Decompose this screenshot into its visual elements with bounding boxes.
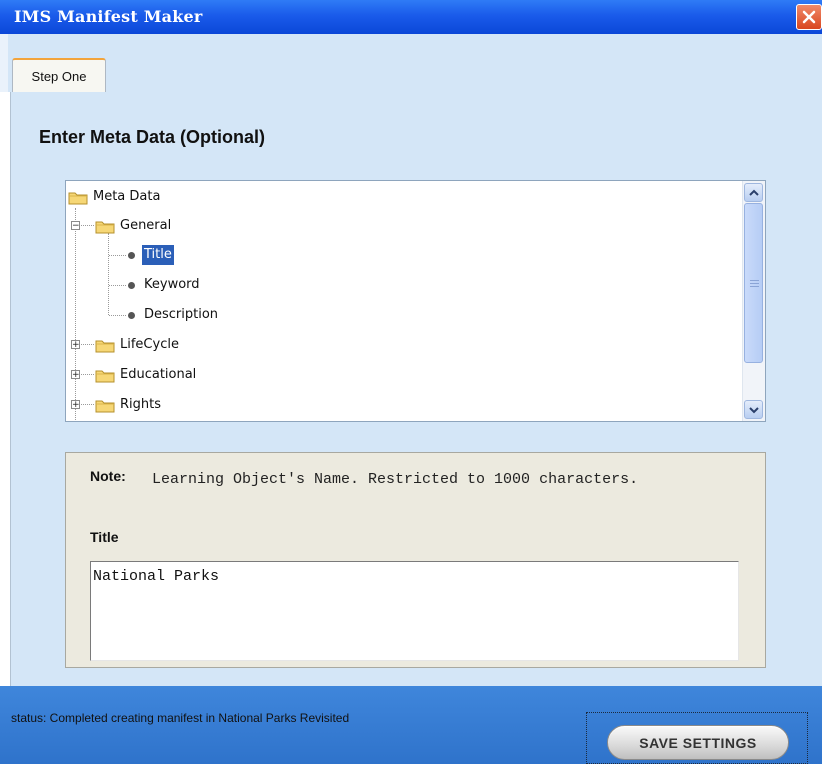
tree-node-general[interactable]: General (95, 215, 173, 237)
note-label: Note: (90, 468, 126, 484)
tree-scrollbar[interactable] (742, 181, 765, 421)
note-text: Learning Object's Name. Restricted to 10… (152, 471, 639, 488)
field-label: Title (90, 529, 119, 545)
tab-strip (0, 34, 822, 92)
tree-label: Rights (120, 397, 162, 412)
scroll-up-button[interactable] (744, 183, 763, 202)
expand-icon[interactable]: + (71, 370, 80, 380)
tab-step-one[interactable]: Step One (12, 58, 106, 92)
tree-node-rights[interactable]: Rights (95, 394, 163, 416)
folder-icon (95, 400, 115, 412)
tree-label: LifeCycle (120, 337, 179, 352)
tree-node-description[interactable]: Description (128, 304, 220, 326)
chevron-down-icon (748, 406, 759, 413)
tree-node-meta-data[interactable]: Meta Data (68, 186, 162, 208)
folder-icon (95, 340, 115, 352)
folder-icon (95, 370, 115, 382)
tree-label: Meta Data (93, 189, 161, 204)
leaf-bullet-icon (128, 311, 135, 319)
expand-icon[interactable]: + (71, 340, 80, 350)
tree-label: Keyword (144, 277, 200, 292)
app-window: IMS Manifest Maker Step One Enter Meta D… (0, 0, 822, 764)
folder-open-icon (95, 221, 115, 233)
scroll-thumb[interactable] (744, 203, 763, 363)
title-textarea[interactable]: National Parks (90, 561, 739, 661)
tree-label-selected: Title (142, 245, 174, 265)
page-heading: Enter Meta Data (Optional) (39, 127, 266, 147)
expand-icon[interactable]: + (71, 400, 80, 410)
leaf-bullet-icon (128, 251, 135, 259)
chevron-up-icon (748, 189, 759, 196)
close-button[interactable] (796, 4, 822, 30)
leaf-bullet-icon (128, 281, 135, 289)
folder-icon (68, 192, 88, 204)
tree-node-educational[interactable]: Educational (95, 364, 198, 386)
collapse-icon[interactable]: − (71, 221, 80, 231)
tree-label: Description (144, 307, 219, 322)
scroll-down-button[interactable] (744, 400, 763, 419)
status-text: status: Completed creating manifest in N… (11, 711, 350, 725)
tree-node-keyword[interactable]: Keyword (128, 274, 202, 296)
save-settings-button[interactable]: SAVE SETTINGS (607, 725, 789, 760)
tree-node-lifecycle[interactable]: LifeCycle (95, 334, 181, 356)
window-title: IMS Manifest Maker (14, 7, 203, 26)
tree-label: Educational (120, 367, 197, 382)
tree-node-title[interactable]: Title (128, 244, 174, 266)
title-bar[interactable]: IMS Manifest Maker (0, 0, 822, 34)
close-icon (802, 10, 816, 24)
tree-label: General (120, 218, 172, 233)
metadata-tree[interactable]: Meta Data − General Title Keyword Descri… (65, 180, 766, 422)
